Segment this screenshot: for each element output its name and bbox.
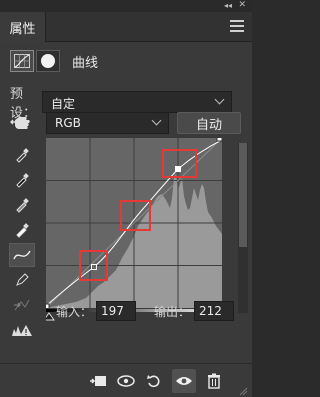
visibility-eye-icon[interactable] — [172, 369, 196, 393]
channel-select[interactable]: RGB — [46, 112, 169, 134]
curve-point-3 — [175, 166, 181, 172]
tab-properties[interactable]: 属性 — [0, 12, 46, 42]
panel-menu-icon[interactable] — [230, 20, 244, 32]
resize-grip-icon[interactable] — [238, 385, 248, 396]
properties-panel: 曲线 预设： 自定 RGB 自动 输入： 197 输出： 212 — [0, 42, 252, 397]
output-label: 输出： — [154, 304, 191, 319]
view-previous-state-icon[interactable] — [114, 369, 138, 393]
sample-eyedropper-icon[interactable] — [9, 143, 35, 167]
output-value: 212 — [199, 304, 222, 318]
white-point-eyedropper-icon[interactable] — [9, 218, 35, 242]
endpoint-handle-bottom-left — [46, 303, 50, 308]
curves-graph[interactable] — [46, 138, 222, 308]
panel-scrollbar[interactable] — [238, 143, 248, 313]
smooth-icon[interactable] — [9, 293, 35, 317]
channel-row: RGB 自动 — [10, 111, 242, 135]
curve-tools — [9, 143, 35, 343]
endpoint-handle-top-right — [216, 138, 222, 142]
black-point-slider — [43, 312, 55, 321]
clip-warning-icon[interactable] — [9, 318, 35, 342]
chevron-down-icon — [151, 115, 162, 126]
curve-point-1 — [91, 264, 97, 270]
targeted-adjustment-hand-icon[interactable] — [10, 113, 34, 133]
preset-value: 自定 — [51, 97, 76, 111]
panel-header: 属性 — [0, 12, 252, 42]
layer-mask-icon[interactable] — [36, 50, 60, 72]
adjustment-type-row: 曲线 — [10, 48, 98, 74]
trash-icon[interactable] — [202, 369, 226, 393]
curve-values-row: 输入： 197 输出： 212 — [56, 301, 235, 321]
collapse-panel-icon[interactable]: ◂◂ — [224, 1, 232, 10]
input-label: 输入： — [56, 304, 93, 319]
black-point-eyedropper-icon[interactable] — [9, 168, 35, 192]
gray-point-eyedropper-icon[interactable] — [9, 193, 35, 217]
curves-adjustment-icon[interactable] — [10, 50, 34, 72]
bottom-toolbar — [0, 363, 252, 397]
chevron-down-icon — [214, 94, 225, 105]
reset-icon[interactable] — [142, 369, 166, 393]
pencil-icon[interactable] — [9, 268, 35, 292]
panel-top-strip: ◂◂ ✕ — [0, 0, 252, 12]
input-value-field[interactable]: 197 — [96, 301, 137, 321]
auto-button[interactable]: 自动 — [177, 112, 241, 134]
output-value-field[interactable]: 212 — [194, 301, 235, 321]
curve-edit-icon[interactable] — [9, 243, 35, 267]
channel-value: RGB — [55, 116, 81, 130]
input-value: 197 — [101, 304, 124, 318]
adjustment-label: 曲线 — [72, 55, 99, 71]
clip-to-layer-icon[interactable] — [86, 369, 110, 393]
close-panel-icon[interactable]: ✕ — [238, 0, 246, 10]
scrollbar-thumb[interactable] — [239, 143, 247, 247]
preset-select[interactable]: 自定 — [42, 91, 232, 113]
